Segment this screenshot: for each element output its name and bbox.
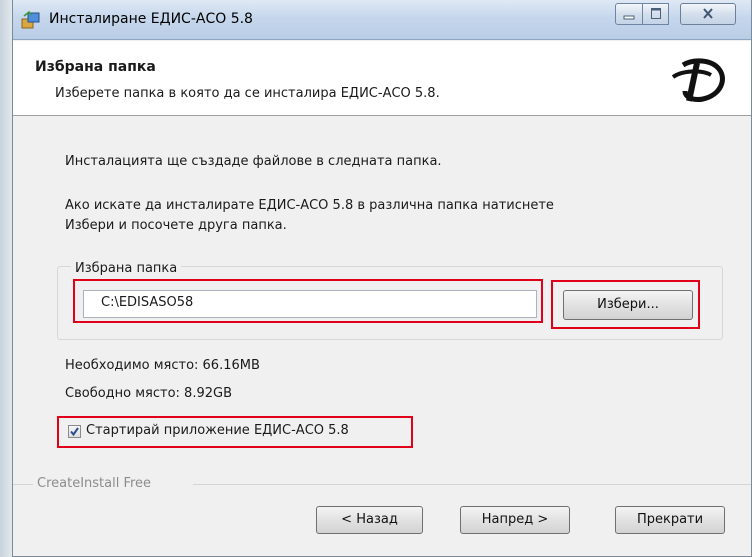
install-path-field[interactable]: C:\EDISASO58 (83, 290, 537, 318)
cancel-button[interactable]: Прекрати (615, 506, 725, 534)
launch-app-label[interactable]: Стартирай приложение ЕДИС-АСО 5.8 (86, 423, 349, 438)
minimize-icon (623, 15, 635, 20)
checkmark-icon (70, 427, 79, 437)
back-button[interactable]: < Назад (316, 506, 423, 534)
free-space-label: Свободно място: 8.92GB (65, 386, 232, 401)
createinstall-brand: CreateInstall Free (37, 476, 152, 491)
installer-app-icon (21, 10, 40, 29)
close-icon (703, 8, 713, 19)
installer-window: Инсталиране ЕДИС-АСО 5.8 Избрана папка И… (12, 0, 752, 557)
wizard-header: Избрана папка Изберете папка в която да … (13, 41, 751, 116)
required-space-label: Необходимо място: 66.16MB (65, 358, 260, 373)
instruction-line-2: Избери и посочете друга папка. (65, 218, 287, 233)
maximize-button[interactable] (642, 3, 669, 25)
maximize-icon (650, 8, 661, 19)
instruction-text: Ако искате да инсталирате ЕДИС-АСО 5.8 в… (65, 196, 554, 236)
footer-divider-left (13, 484, 33, 485)
folder-group-label: Избрана папка (71, 261, 182, 276)
edis-logo (671, 58, 725, 102)
window-title: Инсталиране ЕДИС-АСО 5.8 (49, 11, 253, 27)
page-subtitle: Изберете папка в която да се инсталира Е… (55, 86, 440, 101)
next-button[interactable]: Напред > (460, 506, 570, 534)
close-button[interactable] (680, 3, 736, 25)
footer-divider-right (193, 484, 751, 485)
launch-app-checkbox[interactable] (68, 425, 81, 438)
title-bar[interactable]: Инсталиране ЕДИС-АСО 5.8 (13, 0, 751, 40)
instruction-line-1: Ако искате да инсталирате ЕДИС-АСО 5.8 в… (65, 198, 554, 213)
background-desktop-strip (0, 0, 12, 557)
intro-text: Инсталацията ще създаде файлове в следна… (65, 154, 442, 169)
minimize-button[interactable] (615, 3, 643, 25)
page-title: Избрана папка (35, 59, 156, 75)
browse-button[interactable]: Избери... (563, 290, 693, 320)
